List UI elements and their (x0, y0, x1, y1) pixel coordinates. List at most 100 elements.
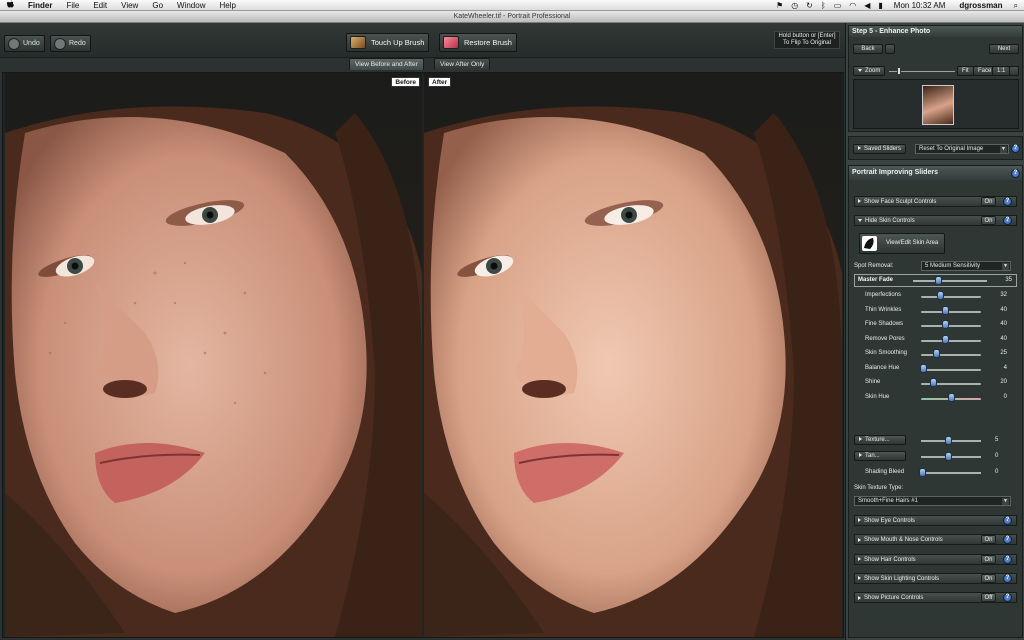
view-edit-skin-area-button[interactable]: View/Edit Skin Area (859, 233, 945, 254)
user-menu[interactable]: dgrossman (952, 0, 1009, 11)
skin-slider-knob[interactable] (942, 305, 949, 315)
skin-texture-type-label: Skin Texture Type: (854, 485, 904, 491)
tab-view-after-only[interactable]: View After Only (434, 58, 491, 70)
skin-slider-knob[interactable] (937, 291, 945, 300)
shading-bleed-track[interactable] (921, 472, 981, 474)
shading-bleed-label: Shading Bleed (865, 469, 905, 475)
navigator-thumbnail[interactable] (922, 85, 954, 125)
next-button[interactable]: Next (989, 44, 1019, 54)
zoom-slider-knob[interactable] (897, 67, 901, 75)
skin-slider-track[interactable] (921, 354, 981, 356)
hide-skin-label: Hide Skin Controls (865, 218, 915, 224)
skin-slider-track[interactable] (921, 368, 981, 371)
skin-slider-knob[interactable] (948, 392, 955, 402)
show-controls-toggle[interactable]: Show Hair Controls On (854, 553, 1017, 565)
skin-slider-knob[interactable] (920, 363, 928, 373)
skin-slider-row: Fine Shadows 40 (859, 319, 1019, 332)
display-icon[interactable]: ▭ (830, 0, 846, 11)
help-icon[interactable]: ? (1003, 573, 1012, 583)
skin-slider-knob[interactable] (942, 320, 949, 329)
shading-bleed-knob[interactable] (919, 468, 926, 477)
skin-slider-track[interactable] (921, 296, 981, 298)
show-controls-toggle[interactable]: Show Skin Lighting Controls On (854, 572, 1017, 584)
before-pane[interactable]: Before (5, 73, 422, 637)
section-on-off-button[interactable]: On (981, 535, 996, 545)
show-controls-toggle[interactable]: Show Eye Controls (854, 515, 1017, 526)
spot-removal-dropdown[interactable]: 5 Medium Sensitivity ▼ (921, 261, 1011, 271)
volume-icon[interactable]: ◀ (860, 0, 874, 11)
redo-label: Redo (69, 40, 86, 47)
section-label: Show Mouth & Nose Controls (864, 537, 943, 544)
menu-go[interactable]: Go (145, 0, 170, 11)
skin-slider-knob[interactable] (930, 378, 937, 387)
help-icon[interactable]: ? (1003, 216, 1012, 225)
window-title: KateWheeler.tif - Portrait Professional (453, 13, 571, 20)
skin-slider-track[interactable] (921, 310, 981, 313)
zoom-toggle[interactable]: Zoom (853, 66, 885, 76)
app-body: Undo Redo Touch Up Brush Restore Brush H… (0, 23, 1024, 640)
master-fade-knob[interactable] (935, 276, 942, 285)
section-on-off-button[interactable]: On (981, 554, 996, 564)
menu-window[interactable]: Window (170, 0, 212, 11)
tan-button[interactable]: Tan... (854, 451, 906, 461)
skin-texture-type-dropdown[interactable]: Smooth+Fine Hairs #1 ▼ (854, 496, 1011, 506)
flag-icon[interactable]: ⚑ (772, 0, 787, 11)
app-menu-finder[interactable]: Finder (21, 0, 59, 11)
face-sculpt-on-button[interactable]: On (981, 197, 996, 206)
texture-label: Texture... (865, 437, 890, 443)
undo-button[interactable]: Undo (4, 35, 45, 52)
clock[interactable]: Mon 10:32 AM (887, 0, 953, 11)
touch-up-brush-button[interactable]: Touch Up Brush (346, 33, 430, 52)
time-machine-icon[interactable]: ◷ (787, 0, 802, 11)
help-icon[interactable]: ? (1003, 554, 1012, 564)
face-sculpt-toggle[interactable]: Show Face Sculpt Controls On (854, 196, 1017, 207)
zoom-fit-button[interactable]: Fit (957, 66, 974, 76)
hide-skin-on-button[interactable]: On (981, 216, 996, 225)
tab-view-before-after[interactable]: View Before and After (349, 58, 424, 70)
section-on-off-button[interactable]: On (981, 573, 996, 583)
collapse-icon (858, 68, 862, 72)
wifi-icon[interactable]: ◠ (845, 0, 860, 11)
skin-slider-track[interactable] (921, 325, 981, 327)
skin-slider-knob[interactable] (933, 349, 940, 358)
step-panel: Step 5 - Enhance Photo Back Next Zoom Fi… (848, 25, 1023, 132)
apple-menu-icon[interactable] (0, 0, 21, 11)
menu-view[interactable]: View (114, 0, 145, 11)
help-icon[interactable]: ? (1003, 516, 1012, 525)
back-button[interactable]: Back (853, 44, 883, 54)
zoom-1-1-button[interactable]: 1:1 (992, 66, 1011, 76)
master-fade-track[interactable] (913, 280, 987, 282)
help-icon[interactable]: ? (1011, 169, 1020, 178)
restore-brush-button[interactable]: Restore Brush (439, 33, 517, 52)
skin-slider-track[interactable] (921, 339, 981, 342)
spotlight-icon[interactable]: ⌕ (1010, 0, 1024, 11)
back-arrow-icon[interactable] (885, 44, 895, 54)
hide-skin-toggle[interactable]: Hide Skin Controls On (854, 215, 1017, 226)
menu-bar: Finder File Edit View Go Window Help ⚑ ◷… (0, 0, 1024, 11)
dropdown-arrow-icon: ▼ (1002, 498, 1009, 505)
show-controls-toggle[interactable]: Show Picture Controls Off (854, 592, 1017, 604)
zoom-expand-icon[interactable] (1009, 66, 1019, 76)
skin-slider-knob[interactable] (942, 334, 949, 344)
after-pane[interactable]: After (424, 73, 842, 637)
help-icon[interactable]: ? (1011, 144, 1020, 153)
help-icon[interactable]: ? (1003, 197, 1012, 206)
undo-label: Undo (23, 40, 40, 47)
show-controls-toggle[interactable]: Show Mouth & Nose Controls On (854, 534, 1017, 546)
reset-dropdown[interactable]: Reset To Original Image ▼ (915, 144, 1009, 154)
sync-icon[interactable]: ↻ (802, 0, 817, 11)
redo-button[interactable]: Redo (50, 35, 91, 52)
portrait-sliders-panel: Portrait Improving Sliders ? Show Face S… (848, 165, 1023, 638)
menu-help[interactable]: Help (212, 0, 242, 11)
expand-icon (859, 453, 862, 458)
menu-edit[interactable]: Edit (86, 0, 114, 11)
tan-knob[interactable] (945, 452, 952, 461)
expand-icon (858, 557, 861, 562)
menu-file[interactable]: File (59, 0, 86, 11)
saved-sliders-button[interactable]: Saved Sliders (853, 144, 907, 154)
texture-knob[interactable] (945, 436, 952, 445)
bluetooth-icon[interactable]: ᛒ (817, 0, 830, 11)
texture-button[interactable]: Texture... (854, 435, 906, 445)
battery-icon[interactable]: ▮ (874, 0, 886, 11)
section-on-off-button[interactable]: Off (981, 593, 996, 603)
